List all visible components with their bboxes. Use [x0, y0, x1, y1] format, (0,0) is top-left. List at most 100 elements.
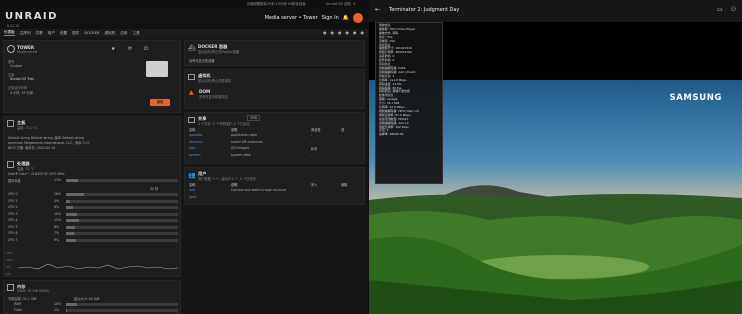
- table-row-link[interactable]: isos: [189, 146, 195, 150]
- signin-link[interactable]: Sign In: [322, 15, 339, 21]
- table-header[interactable]: 流: [341, 127, 344, 132]
- cpu-model: Intel® Core™ i3-N305 @ 2970 MHz: [8, 172, 65, 176]
- vm-sub: 显示启动/停止的虚拟机: [198, 79, 231, 83]
- server-icon: [146, 61, 168, 77]
- docker-icon: ⛴: [188, 45, 196, 52]
- log-icon[interactable]: ●: [346, 30, 350, 35]
- search-icon[interactable]: ●: [323, 30, 327, 35]
- cpu-core-bar: [66, 225, 178, 229]
- power-off-icon[interactable]: ⏻: [144, 46, 148, 52]
- table-row-link[interactable]: domains: [189, 140, 203, 144]
- table-header[interactable]: 名称: [189, 182, 195, 187]
- docker-panel: ⛴ DOCKER 容器 显示启动/停止的Docker容器 没有可显示的容器: [184, 40, 365, 66]
- ytick-15: 15%: [6, 251, 13, 255]
- table-cell: -: [341, 188, 343, 192]
- cpu-core-label: CPU 5: [8, 224, 18, 229]
- table-header[interactable]: 安全性: [311, 127, 321, 132]
- nav-tab-9[interactable]: 工具: [133, 31, 140, 36]
- uptime-value: 4 小时, 33 分钟: [10, 91, 33, 95]
- cpu-core-pct: 4%: [54, 198, 60, 203]
- close-icon[interactable]: ✕: [353, 1, 356, 6]
- table-cell: -: [311, 188, 313, 192]
- table-row-link[interactable]: root: [189, 188, 195, 192]
- stop-icon[interactable]: ⏹: [112, 46, 115, 52]
- cpu-core-label: CPU 1: [8, 198, 18, 203]
- table-cell: -: [311, 194, 313, 199]
- ram-label: RAM: [14, 302, 22, 306]
- mainboard-panel: 主板 温度: 37.0 °C Default string Default st…: [3, 116, 181, 156]
- nav-tab-0[interactable]: 仪表板: [4, 30, 15, 36]
- version-label[interactable]: 6.12.10: [7, 24, 19, 28]
- protocol-select[interactable]: SMB: [247, 115, 260, 121]
- avatar[interactable]: [353, 13, 363, 23]
- table-cell: ISO images: [231, 146, 250, 150]
- back-arrow-icon[interactable]: ←: [375, 6, 380, 13]
- brand-watermark: SAMSUNG: [669, 93, 722, 103]
- monitor-icon: [188, 74, 195, 80]
- server-label: Media server • Tower: [264, 15, 318, 21]
- cpu-core-bar: [66, 232, 178, 235]
- table-row-link[interactable]: jiyeli: [189, 195, 196, 199]
- logo[interactable]: UNRAID: [5, 11, 58, 22]
- model-value: Custom: [10, 64, 23, 68]
- table-row-link[interactable]: appdata: [189, 133, 202, 137]
- table-cell: 私有: [311, 147, 318, 151]
- nav-tab-4[interactable]: 设置: [60, 31, 67, 36]
- table-cell: -: [311, 139, 313, 144]
- cpu-core-label: CPU 0: [8, 192, 18, 196]
- table-header[interactable]: 名称: [189, 127, 195, 132]
- table-cell: -: [311, 133, 313, 137]
- nav-tab-6[interactable]: DOCKER: [84, 31, 99, 35]
- chip-icon: [7, 120, 14, 127]
- nav-tab-5[interactable]: 插件: [72, 31, 79, 36]
- nav-tab-1[interactable]: 主阵列: [20, 31, 31, 36]
- edit-button[interactable]: 编辑: [150, 99, 170, 106]
- power-icon[interactable]: ●: [361, 30, 365, 35]
- flash-label: Flash: [14, 308, 23, 312]
- playback-stats-overlay: 播放信息 播放器: Html Video Player 播放方式: 转码 协议: ht…: [375, 22, 443, 184]
- users-share-icon[interactable]: ⚇: [731, 6, 736, 13]
- table-row-link[interactable]: system: [189, 153, 201, 157]
- reg-value[interactable]: Unraid OS Trial: [10, 77, 34, 81]
- bell-icon[interactable]: 🔔: [343, 15, 349, 21]
- table-header[interactable]: 写入: [311, 182, 317, 187]
- cpu-core-bar: [66, 193, 178, 196]
- trial-bar: 试阅期限剩余29天·15分钟·54秒钟结束 Unraid OS 试用 ✕: [0, 0, 368, 7]
- nav-tab-2[interactable]: 共享: [36, 31, 43, 36]
- table-header[interactable]: 说明: [231, 127, 237, 132]
- cpu-panel: 处理器 温度: 31 °C Intel® Core™ i3-N305 @ 297…: [3, 157, 181, 277]
- main-nav: 仪表板 主阵列 共享 用户 设置 插件 DOCKER 虚拟机 应用 工具 ● ● ● ● ● ●: [0, 29, 368, 37]
- nav-tab-8[interactable]: 应用: [120, 31, 127, 36]
- ram-bar: [66, 303, 178, 306]
- ram-pct: 10%: [54, 302, 62, 306]
- nav-tab-3[interactable]: 用户: [48, 31, 55, 36]
- overall-bar: [66, 179, 178, 182]
- flash-bar: [66, 309, 178, 312]
- threads-select[interactable]: 30 秒: [150, 186, 158, 191]
- ytick-0: 0%: [6, 272, 11, 276]
- info-icon[interactable]: ●: [353, 30, 357, 35]
- reboot-icon[interactable]: ⟳: [128, 46, 132, 52]
- help-icon[interactable]: ●: [331, 30, 335, 35]
- vm-panel: 虚拟机 显示启动/停止的虚拟机 ▲ DOM 没有可显示的虚拟机: [184, 69, 365, 109]
- mainboard-temp: 温度: 37.0 °C: [17, 126, 38, 130]
- table-header[interactable]: 说明: [231, 182, 237, 187]
- unraid-dashboard: 试阅期限剩余29天·15分钟·54秒钟结束 Unraid OS 试用 ✕ UNR…: [0, 0, 368, 314]
- flash-pct: 1%: [54, 308, 60, 312]
- table-cell: Console and webGui login account: [231, 188, 287, 192]
- cpu-load-graph: 15% 10% 5% 0%: [6, 251, 179, 276]
- table-cell: -: [341, 146, 343, 150]
- cpu-temp: 温度: 31 °C: [17, 167, 35, 171]
- ytick-10: 10%: [6, 258, 13, 262]
- terminal-icon[interactable]: ●: [338, 30, 342, 35]
- video-title: Terminator 2: Judgment Day: [389, 7, 460, 13]
- table-cell: saved VM instances: [231, 139, 263, 144]
- table-cell: -: [311, 152, 313, 157]
- overall-load-label: 整体负载: [8, 179, 21, 183]
- nav-tab-7[interactable]: 虚拟机: [105, 31, 116, 36]
- cast-icon[interactable]: ▭: [717, 6, 723, 13]
- cpu-core-label: CPU 3: [8, 211, 18, 216]
- mainboard-line3: BIOS 日期: 版本日, 2024-04-10: [8, 146, 56, 150]
- table-header[interactable]: 读取: [341, 182, 347, 187]
- users-icon: 👥: [188, 172, 196, 179]
